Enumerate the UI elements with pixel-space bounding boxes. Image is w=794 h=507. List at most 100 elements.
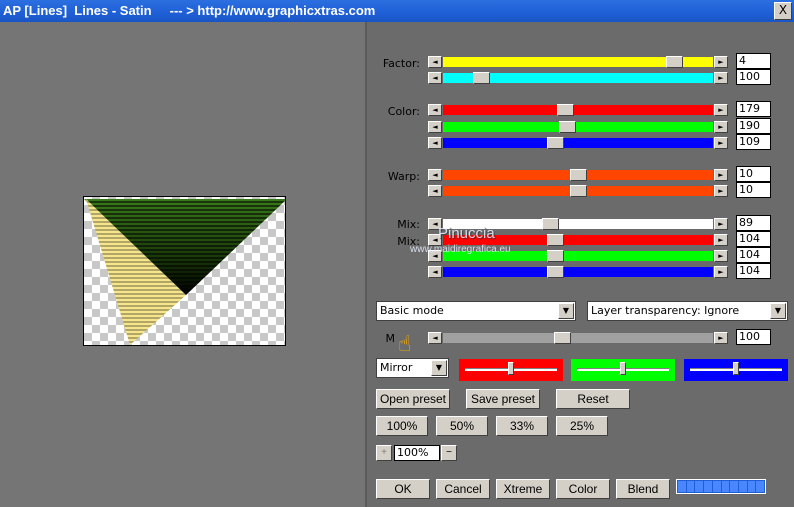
zoom-25-button[interactable]: 25% [556, 416, 608, 436]
slider-right-arrow-icon[interactable]: ► [714, 121, 728, 133]
mirror-select[interactable]: Mirror ▼ [376, 358, 449, 378]
slider-right-arrow-icon[interactable]: ► [714, 169, 728, 181]
blend-button[interactable]: Blend [616, 479, 670, 499]
color-blue-slider[interactable]: ◄ ► [428, 137, 728, 149]
watermark-name: Pinuccia [438, 225, 495, 242]
slider-right-arrow-icon[interactable]: ► [714, 266, 728, 278]
slider-track[interactable] [443, 105, 713, 115]
mirror-select-value: Mirror [380, 361, 413, 374]
mode-select[interactable]: Basic mode ▼ [376, 301, 576, 321]
slider-left-arrow-icon[interactable]: ◄ [428, 169, 442, 181]
zoom-50-button[interactable]: 50% [436, 416, 488, 436]
mix-label: Mix: [397, 218, 420, 231]
color-green-slider[interactable]: ◄ ► [428, 121, 728, 133]
slider-left-arrow-icon[interactable]: ◄ [428, 185, 442, 197]
slider-right-arrow-icon[interactable]: ► [714, 185, 728, 197]
mix-blue-value[interactable]: 104 [736, 263, 771, 279]
progress-bar [676, 479, 766, 494]
slider-left-arrow-icon[interactable]: ◄ [428, 137, 442, 149]
green-mini-thumb[interactable] [620, 362, 626, 375]
zoom-33-button[interactable]: 33% [496, 416, 548, 436]
slider-right-arrow-icon[interactable]: ► [714, 104, 728, 116]
window-title: AP [Lines] Lines - Satin --- > http://ww… [0, 0, 794, 22]
slider-right-arrow-icon[interactable]: ► [714, 234, 728, 246]
color-button[interactable]: Color [556, 479, 610, 499]
mix-blue-slider[interactable]: ◄ ► [428, 266, 728, 278]
zoom-value[interactable]: 100% [394, 445, 440, 461]
mix-green-value[interactable]: 104 [736, 247, 771, 263]
slider-right-arrow-icon[interactable]: ► [714, 250, 728, 262]
slider-track[interactable] [443, 122, 713, 132]
zoom-minus-button[interactable]: − [441, 445, 457, 461]
green-mini-slider[interactable] [571, 359, 675, 381]
color-label: Color: [387, 105, 420, 118]
factor-value-2[interactable]: 100 [736, 69, 771, 85]
slider-left-arrow-icon[interactable]: ◄ [428, 56, 442, 68]
zoom-100-button[interactable]: 100% [376, 416, 428, 436]
factor-label: Factor: [382, 57, 420, 70]
preview-pane [0, 22, 367, 507]
slider-left-arrow-icon[interactable]: ◄ [428, 72, 442, 84]
slider-thumb[interactable] [547, 250, 564, 262]
xtreme-button[interactable]: Xtreme [496, 479, 550, 499]
slider-right-arrow-icon[interactable]: ► [714, 56, 728, 68]
chevron-down-icon[interactable]: ▼ [558, 303, 574, 319]
slider-thumb[interactable] [554, 332, 571, 344]
slider-thumb[interactable] [542, 218, 559, 230]
save-preset-button[interactable]: Save preset [466, 389, 540, 409]
slider-thumb[interactable] [547, 137, 564, 149]
color-red-slider[interactable]: ◄ ► [428, 104, 728, 116]
red-mini-slider[interactable] [459, 359, 563, 381]
slider-track[interactable] [443, 267, 713, 277]
color-red-value[interactable]: 179 [736, 101, 771, 117]
blue-mini-slider[interactable] [684, 359, 788, 381]
slider-left-arrow-icon[interactable]: ◄ [428, 332, 442, 344]
warp-value-1[interactable]: 10 [736, 166, 771, 182]
slider-left-arrow-icon[interactable]: ◄ [428, 104, 442, 116]
color-blue-value[interactable]: 109 [736, 134, 771, 150]
mode-select-value: Basic mode [380, 304, 444, 317]
watermark-url: www.maidiregrafica.eu [410, 244, 511, 255]
color-green-value[interactable]: 190 [736, 118, 771, 134]
close-button[interactable]: X [774, 2, 792, 20]
slider-left-arrow-icon[interactable]: ◄ [428, 266, 442, 278]
chevron-down-icon[interactable]: ▼ [431, 360, 447, 376]
m-slider[interactable]: ◄ ► [428, 332, 728, 344]
cancel-button[interactable]: Cancel [436, 479, 490, 499]
reset-button[interactable]: Reset [556, 389, 630, 409]
slider-thumb[interactable] [570, 169, 587, 181]
preview-image [83, 196, 286, 346]
blue-mini-thumb[interactable] [733, 362, 739, 375]
chevron-down-icon[interactable]: ▼ [770, 303, 786, 319]
slider-thumb[interactable] [570, 185, 587, 197]
slider-right-arrow-icon[interactable]: ► [714, 332, 728, 344]
slider-left-arrow-icon[interactable]: ◄ [428, 121, 442, 133]
warp-label: Warp: [387, 170, 420, 183]
warp-slider-2[interactable]: ◄ ► [428, 185, 728, 197]
slider-track[interactable] [443, 138, 713, 148]
open-preset-button[interactable]: Open preset [376, 389, 450, 409]
slider-thumb[interactable] [557, 104, 574, 116]
slider-right-arrow-icon[interactable]: ► [714, 137, 728, 149]
slider-right-arrow-icon[interactable]: ► [714, 218, 728, 230]
m-value[interactable]: 100 [736, 329, 771, 345]
factor-slider-2[interactable]: ◄ ► [428, 72, 728, 84]
preview-render [84, 199, 285, 345]
ok-button[interactable]: OK [376, 479, 430, 499]
slider-thumb[interactable] [473, 72, 490, 84]
slider-thumb[interactable] [666, 56, 683, 68]
slider-thumb[interactable] [559, 121, 576, 133]
slider-right-arrow-icon[interactable]: ► [714, 72, 728, 84]
factor-value-1[interactable]: 4 [736, 53, 771, 69]
mix-value-1[interactable]: 89 [736, 215, 771, 231]
zoom-plus-button[interactable]: + [376, 445, 392, 461]
transparency-select[interactable]: Layer transparency: Ignore ▼ [587, 301, 788, 321]
warp-value-2[interactable]: 10 [736, 182, 771, 198]
factor-slider-1[interactable]: ◄ ► [428, 56, 728, 68]
mix-red-value[interactable]: 104 [736, 231, 771, 247]
warp-slider-1[interactable]: ◄ ► [428, 169, 728, 181]
slider-thumb[interactable] [547, 266, 564, 278]
slider-track[interactable] [443, 333, 713, 343]
red-mini-thumb[interactable] [508, 362, 514, 375]
slider-thumb[interactable] [547, 234, 564, 246]
